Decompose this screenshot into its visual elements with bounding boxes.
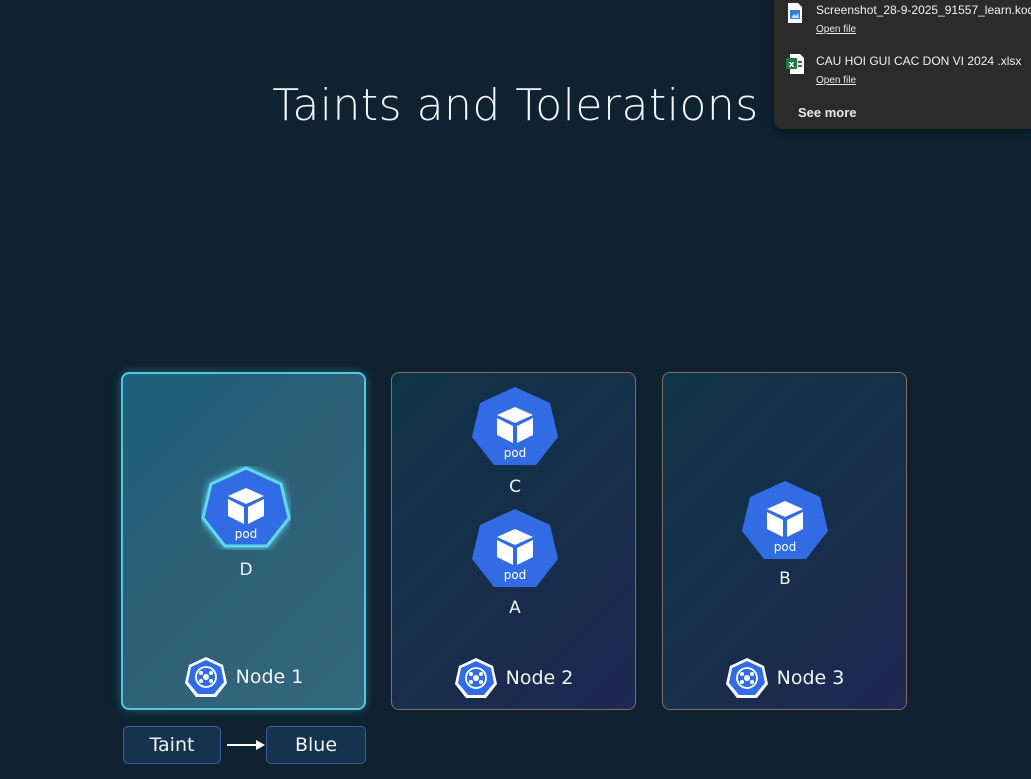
svg-text:pod: pod <box>504 568 527 582</box>
node-1-footer: Node 1 <box>123 656 364 698</box>
downloads-panel: Screenshot_28-9-2025_91557_learn.kodek O… <box>774 0 1031 129</box>
arrow-right-icon <box>227 740 265 750</box>
svg-text:x: x <box>789 60 795 70</box>
see-more-button[interactable]: See more <box>798 105 857 120</box>
pod-name-d: D <box>239 560 253 580</box>
node-3-card: pod B Node 3 <box>662 372 907 710</box>
taint-label-box: Taint <box>123 726 221 764</box>
download-filename: CAU HOI GUI CAC DON VI 2024 .xlsx <box>816 54 1022 68</box>
node-3-label: Node 3 <box>776 667 845 689</box>
download-item-xlsx[interactable]: x CAU HOI GUI CAC DON VI 2024 .xlsx Open… <box>786 54 1031 88</box>
node-2-label: Node 2 <box>505 667 574 689</box>
open-file-link[interactable]: Open file <box>816 75 856 86</box>
pod-icon: pod <box>470 385 560 469</box>
pod-name-a: A <box>509 598 521 618</box>
kubernetes-node-icon <box>725 658 768 698</box>
download-item-screenshot[interactable]: Screenshot_28-9-2025_91557_learn.kodek O… <box>786 3 1031 37</box>
svg-text:pod: pod <box>504 446 527 460</box>
svg-text:pod: pod <box>235 527 258 541</box>
download-filename: Screenshot_28-9-2025_91557_learn.kodek <box>816 3 1031 17</box>
svg-text:pod: pod <box>774 540 797 554</box>
taint-value-box: Blue <box>266 726 366 764</box>
pod-name-b: B <box>779 569 791 589</box>
node-1-card: pod D Node 1 <box>121 372 366 710</box>
node-1-label: Node 1 <box>235 666 304 688</box>
node-2-footer: Node 2 <box>392 657 635 699</box>
pod-name-c: C <box>509 477 521 497</box>
node-2-card: pod C pod A Node 2 <box>391 372 636 710</box>
node-3-footer: Node 3 <box>663 657 906 699</box>
excel-file-icon: x <box>786 54 804 74</box>
image-file-icon <box>788 3 802 23</box>
open-file-link[interactable]: Open file <box>816 24 856 35</box>
pod-icon: pod <box>740 479 830 563</box>
pod-icon: pod <box>201 466 291 550</box>
kubernetes-node-icon <box>454 658 497 698</box>
pod-icon: pod <box>470 507 560 591</box>
kubernetes-node-icon <box>184 657 227 697</box>
